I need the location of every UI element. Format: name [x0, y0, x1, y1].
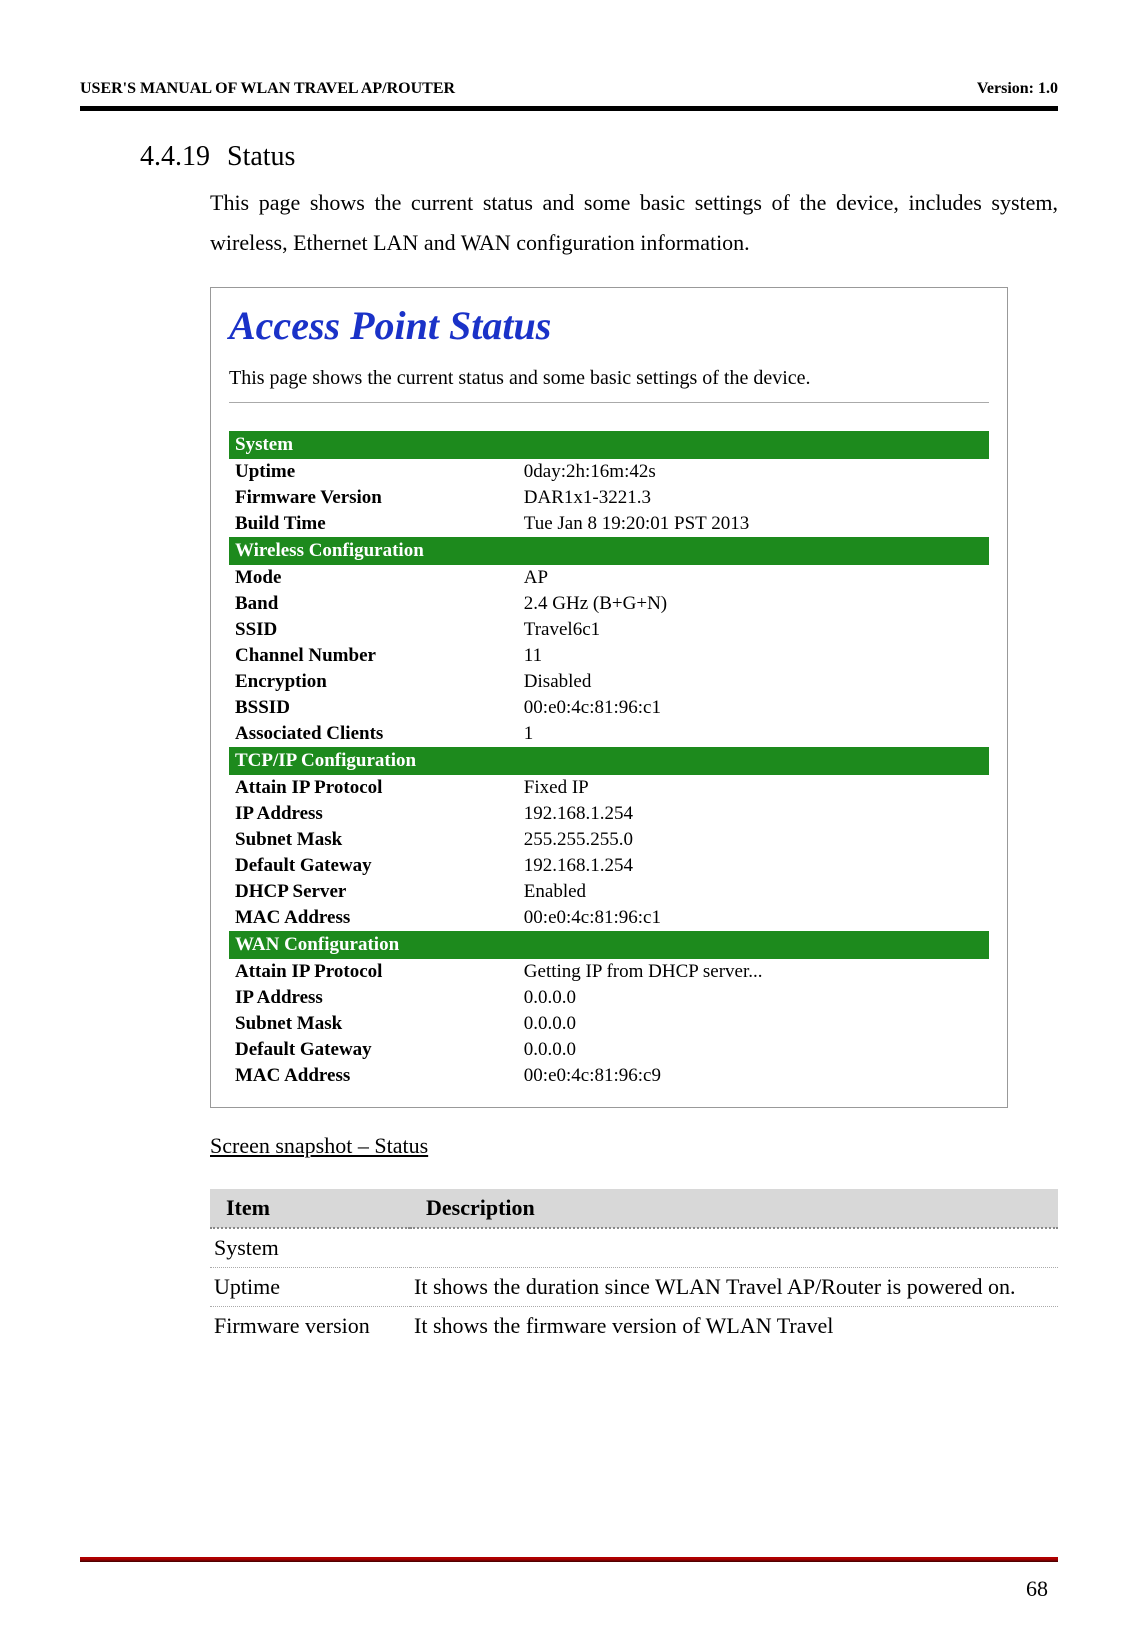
- status-value: 00:e0:4c:81:96:c1: [518, 695, 989, 721]
- status-row: Build TimeTue Jan 8 19:20:01 PST 2013: [229, 511, 989, 537]
- status-value: Travel6c1: [518, 617, 989, 643]
- status-section-title: Wireless Configuration: [229, 537, 989, 565]
- status-label: Attain IP Protocol: [229, 775, 518, 801]
- desc-description: It shows the duration since WLAN Travel …: [410, 1268, 1058, 1307]
- status-row: EncryptionDisabled: [229, 669, 989, 695]
- status-label: IP Address: [229, 985, 518, 1011]
- status-value: Enabled: [518, 879, 989, 905]
- status-label: IP Address: [229, 801, 518, 827]
- desc-row: Firmware versionIt shows the firmware ve…: [210, 1307, 1058, 1346]
- status-value: 11: [518, 643, 989, 669]
- status-value: 00:e0:4c:81:96:c9: [518, 1063, 989, 1089]
- status-row: Band2.4 GHz (B+G+N): [229, 591, 989, 617]
- status-label: Default Gateway: [229, 853, 518, 879]
- status-row: ModeAP: [229, 565, 989, 591]
- status-value: 192.168.1.254: [518, 853, 989, 879]
- status-value: Getting IP from DHCP server...: [518, 959, 989, 985]
- status-label: Uptime: [229, 459, 518, 485]
- status-value: 0.0.0.0: [518, 1037, 989, 1063]
- status-section-title: WAN Configuration: [229, 931, 989, 959]
- status-section-header: TCP/IP Configuration: [229, 747, 989, 775]
- status-label: Attain IP Protocol: [229, 959, 518, 985]
- status-label: DHCP Server: [229, 879, 518, 905]
- screenshot-title: Access Point Status: [229, 302, 989, 349]
- status-label: Encryption: [229, 669, 518, 695]
- footer-rule: [80, 1557, 1058, 1562]
- status-section-header: WAN Configuration: [229, 931, 989, 959]
- status-value: Fixed IP: [518, 775, 989, 801]
- header-left: USER'S MANUAL OF WLAN TRAVEL AP/ROUTER: [80, 80, 455, 98]
- status-section-title: TCP/IP Configuration: [229, 747, 989, 775]
- status-label: Band: [229, 591, 518, 617]
- status-value: DAR1x1-3221.3: [518, 485, 989, 511]
- page-number: 68: [1026, 1576, 1048, 1602]
- status-label: BSSID: [229, 695, 518, 721]
- desc-item: Firmware version: [210, 1307, 410, 1346]
- status-screenshot: Access Point Status This page shows the …: [210, 287, 1008, 1108]
- status-label: Firmware Version: [229, 485, 518, 511]
- desc-item: Uptime: [210, 1268, 410, 1307]
- desc-header-item: Item: [210, 1189, 410, 1228]
- status-row: Subnet Mask255.255.255.0: [229, 827, 989, 853]
- status-label: Mode: [229, 565, 518, 591]
- section-number: 4.4.19: [140, 141, 210, 173]
- status-row: Associated Clients1: [229, 721, 989, 747]
- header-right: Version: 1.0: [977, 80, 1058, 98]
- desc-description: [410, 1228, 1058, 1268]
- status-row: Attain IP ProtocolGetting IP from DHCP s…: [229, 959, 989, 985]
- status-label: Default Gateway: [229, 1037, 518, 1063]
- status-row: Subnet Mask0.0.0.0: [229, 1011, 989, 1037]
- status-row: IP Address192.168.1.254: [229, 801, 989, 827]
- desc-row: UptimeIt shows the duration since WLAN T…: [210, 1268, 1058, 1307]
- status-label: Subnet Mask: [229, 827, 518, 853]
- status-value: AP: [518, 565, 989, 591]
- status-label: Channel Number: [229, 643, 518, 669]
- status-value: 255.255.255.0: [518, 827, 989, 853]
- section-heading: 4.4.19 Status: [140, 141, 1058, 173]
- status-row: Attain IP ProtocolFixed IP: [229, 775, 989, 801]
- status-table: SystemUptime0day:2h:16m:42sFirmware Vers…: [229, 431, 989, 1089]
- status-row: MAC Address00:e0:4c:81:96:c1: [229, 905, 989, 931]
- status-row: DHCP ServerEnabled: [229, 879, 989, 905]
- status-row: SSIDTravel6c1: [229, 617, 989, 643]
- status-label: Subnet Mask: [229, 1011, 518, 1037]
- status-value: 00:e0:4c:81:96:c1: [518, 905, 989, 931]
- desc-row: System: [210, 1228, 1058, 1268]
- status-value: 0.0.0.0: [518, 1011, 989, 1037]
- status-row: Default Gateway0.0.0.0: [229, 1037, 989, 1063]
- header-rule: [80, 106, 1058, 111]
- status-value: 1: [518, 721, 989, 747]
- section-body: This page shows the current status and s…: [210, 183, 1058, 262]
- status-section-title: System: [229, 431, 989, 459]
- screenshot-intro: This page shows the current status and s…: [229, 367, 989, 390]
- status-row: Uptime0day:2h:16m:42s: [229, 459, 989, 485]
- status-section-header: System: [229, 431, 989, 459]
- status-row: MAC Address00:e0:4c:81:96:c9: [229, 1063, 989, 1089]
- status-row: Channel Number11: [229, 643, 989, 669]
- status-value: 192.168.1.254: [518, 801, 989, 827]
- status-value: Disabled: [518, 669, 989, 695]
- status-row: BSSID00:e0:4c:81:96:c1: [229, 695, 989, 721]
- desc-header-description: Description: [410, 1189, 1058, 1228]
- status-value: Tue Jan 8 19:20:01 PST 2013: [518, 511, 989, 537]
- page-header: USER'S MANUAL OF WLAN TRAVEL AP/ROUTER V…: [80, 80, 1058, 98]
- screenshot-divider: [229, 402, 989, 403]
- status-value: 0.0.0.0: [518, 985, 989, 1011]
- status-label: MAC Address: [229, 905, 518, 931]
- status-value: 2.4 GHz (B+G+N): [518, 591, 989, 617]
- status-row: Firmware VersionDAR1x1-3221.3: [229, 485, 989, 511]
- desc-description: It shows the firmware version of WLAN Tr…: [410, 1307, 1058, 1346]
- description-table: Item Description SystemUptimeIt shows th…: [210, 1189, 1058, 1345]
- status-row: IP Address0.0.0.0: [229, 985, 989, 1011]
- status-label: Associated Clients: [229, 721, 518, 747]
- status-label: MAC Address: [229, 1063, 518, 1089]
- section-title: Status: [227, 141, 295, 173]
- status-row: Default Gateway192.168.1.254: [229, 853, 989, 879]
- status-label: SSID: [229, 617, 518, 643]
- status-label: Build Time: [229, 511, 518, 537]
- status-section-header: Wireless Configuration: [229, 537, 989, 565]
- desc-item: System: [210, 1228, 410, 1268]
- status-value: 0day:2h:16m:42s: [518, 459, 989, 485]
- screenshot-caption: Screen snapshot – Status: [210, 1133, 1058, 1159]
